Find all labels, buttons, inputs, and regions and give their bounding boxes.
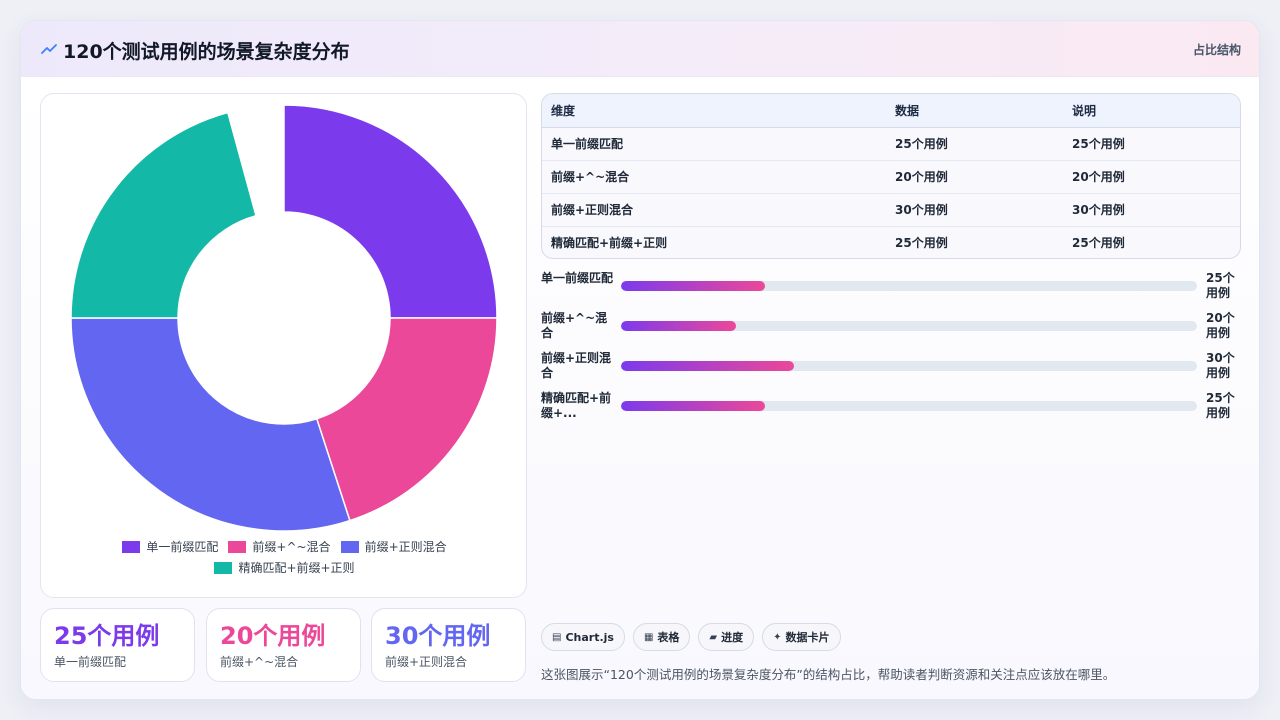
progress-track: [621, 361, 1197, 371]
progress-value: 20个用例: [1206, 311, 1235, 340]
legend-swatch: [228, 540, 247, 553]
pie-slice-4[interactable]: [70, 111, 257, 319]
stat-value: 25个用例: [54, 622, 160, 650]
stat-card-3: 30个用例 前缀+正则混合: [371, 608, 526, 682]
pie-slice-3[interactable]: [70, 317, 351, 532]
chart-legend: 单一前缀匹配 前缀+^~混合 前缀+正则混合 精确匹配+前缀+正则: [41, 538, 528, 576]
chip-label: 表格: [657, 631, 680, 644]
page-title: 120个测试用例的场景复杂度分布: [63, 41, 350, 63]
progress-fill: [621, 401, 765, 411]
progress-fill: [621, 361, 794, 371]
table-cell: 单一前缀匹配: [551, 137, 624, 151]
legend-item[interactable]: 前缀+^~混合: [228, 538, 331, 555]
table-row: 单一前缀匹配 25个用例 25个用例: [542, 127, 1240, 160]
chip-table[interactable]: ▦ 表格: [632, 623, 691, 651]
stat-card-1: 25个用例 单一前缀匹配: [40, 608, 195, 682]
progress-value: 30个用例: [1206, 351, 1235, 380]
progress-fill: [621, 321, 737, 331]
donut-chart: [70, 104, 498, 532]
progress-fill: [621, 281, 765, 291]
progress-label: 精确匹配+前缀+...: [541, 391, 612, 420]
legend-label: 单一前缀匹配: [146, 540, 219, 554]
legend-item[interactable]: 单一前缀匹配: [122, 538, 218, 555]
trend-icon: [41, 44, 57, 54]
stat-label: 前缀+正则混合: [385, 655, 468, 669]
progress-icon: ▰: [709, 631, 718, 643]
progress-track: [621, 281, 1197, 291]
progress-value: 25个用例: [1206, 271, 1235, 300]
legend-swatch: [214, 561, 233, 574]
legend-item[interactable]: 精确匹配+前缀+正则: [214, 559, 355, 576]
header-tag: 占比结构: [1192, 43, 1241, 57]
table-cell: 25个用例: [1072, 137, 1125, 151]
legend-swatch: [122, 540, 141, 553]
progress-track: [621, 401, 1197, 411]
legend-item[interactable]: 前缀+正则混合: [340, 538, 447, 555]
progress-track: [621, 321, 1197, 331]
chart-icon: ▤: [552, 631, 562, 643]
stat-label: 单一前缀匹配: [54, 655, 127, 669]
chip-data-card[interactable]: ✦ 数据卡片: [762, 623, 841, 651]
table-cell: 25个用例: [886, 225, 1063, 258]
stat-label: 前缀+^~混合: [220, 655, 299, 669]
sparkle-icon: ✦: [773, 631, 782, 643]
footer-note: 这张图展示“120个测试用例的场景复杂度分布”的结构占比，帮助读者判断资源和关注…: [541, 667, 1116, 682]
table-icon: ▦: [643, 631, 654, 643]
progress-row: 单一前缀匹配 25个用例: [541, 271, 1241, 311]
progress-label: 前缀+^~混合: [541, 311, 608, 340]
legend-label: 前缀+^~混合: [252, 540, 331, 554]
dashboard-card: 120个测试用例的场景复杂度分布 占比结构 单一前缀匹配 前缀+^~混合 前缀+正则…: [20, 20, 1260, 700]
chart-panel: 单一前缀匹配 前缀+^~混合 前缀+正则混合 精确匹配+前缀+正则: [40, 93, 527, 598]
data-table: 维度 数据 说明 单一前缀匹配 25个用例 25个用例 前缀+^~混合 20个用…: [541, 93, 1241, 259]
table-header-cell: 维度: [542, 94, 886, 128]
table-cell: 前缀+正则混合: [542, 192, 886, 226]
table-row: 前缀+正则混合 30个用例 30个用例: [542, 192, 1240, 226]
legend-swatch: [340, 540, 359, 553]
table-cell: 25个用例: [895, 137, 948, 151]
pie-slice-2[interactable]: [315, 317, 498, 522]
chip-chartjs[interactable]: ▤ Chart.js: [541, 623, 625, 651]
chip-progress[interactable]: ▰ 进度: [698, 623, 755, 651]
progress-label: 单一前缀匹配: [541, 271, 614, 285]
table-cell: 25个用例: [1063, 225, 1240, 258]
progress-value: 25个用例: [1206, 391, 1235, 420]
chip-label: 进度: [721, 631, 744, 644]
progress-row: 前缀+^~混合 20个用例: [541, 311, 1241, 351]
table-row: 前缀+^~混合 20个用例 20个用例: [542, 159, 1240, 193]
table-header-row: 维度 数据 说明: [542, 94, 1240, 128]
legend-label: 前缀+正则混合: [364, 540, 447, 554]
table-header-cell: 数据: [886, 94, 1063, 128]
table-cell: 前缀+^~混合: [542, 159, 886, 193]
table-header-cell: 说明: [1063, 94, 1240, 128]
table-cell: 20个用例: [1063, 159, 1240, 193]
stat-value: 30个用例: [385, 622, 491, 650]
progress-row: 精确匹配+前缀+... 25个用例: [541, 391, 1241, 431]
table-cell: 20个用例: [886, 159, 1063, 193]
pie-slice-1[interactable]: [283, 104, 498, 319]
progress-label: 前缀+正则混合: [541, 351, 612, 380]
progress-row: 前缀+正则混合 30个用例: [541, 351, 1241, 391]
table-cell: 30个用例: [1063, 192, 1240, 226]
chip-label: 数据卡片: [785, 631, 830, 644]
stat-value: 20个用例: [220, 622, 326, 650]
chip-label: Chart.js: [565, 630, 614, 644]
table-cell: 30个用例: [886, 192, 1063, 226]
stat-card-2: 20个用例 前缀+^~混合: [206, 608, 361, 682]
table-cell: 精确匹配+前缀+正则: [542, 225, 886, 258]
chip-list: ▤ Chart.js ▦ 表格 ▰ 进度 ✦ 数据卡片: [541, 623, 841, 651]
card-header: 120个测试用例的场景复杂度分布 占比结构: [21, 21, 1259, 77]
legend-label: 精确匹配+前缀+正则: [238, 561, 355, 575]
progress-list: 单一前缀匹配 25个用例 前缀+^~混合 20个用例 前缀+正则混合 30个用例…: [541, 271, 1241, 431]
table-row: 精确匹配+前缀+正则 25个用例 25个用例: [542, 225, 1240, 258]
